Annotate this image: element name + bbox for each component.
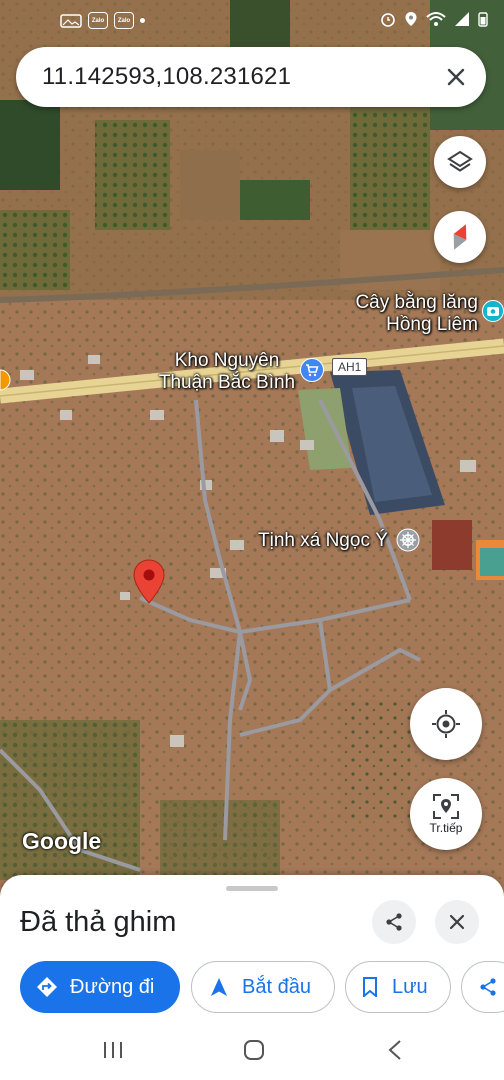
save-button[interactable]: Lưu: [345, 961, 451, 1013]
directions-icon: [37, 977, 57, 997]
recent-apps-button[interactable]: [100, 1038, 126, 1062]
sheet-drag-handle[interactable]: [226, 886, 278, 891]
directions-button[interactable]: Đường đi: [20, 961, 180, 1013]
signal-icon: [455, 12, 469, 26]
wifi-icon: [426, 12, 446, 26]
close-sheet-button[interactable]: [435, 900, 479, 944]
save-button-label: Lưu: [392, 975, 428, 998]
shopping-cart-poi-icon[interactable]: [300, 358, 324, 382]
search-input[interactable]: 11.142593,108.231621: [42, 63, 291, 91]
share-button[interactable]: [372, 900, 416, 944]
compass-icon: [453, 224, 467, 250]
more-notifications-icon: [140, 18, 145, 23]
start-button[interactable]: Bắt đầu: [191, 961, 335, 1013]
camera-poi-icon[interactable]: [482, 300, 504, 322]
back-button[interactable]: [382, 1038, 408, 1062]
close-icon: [449, 914, 465, 930]
zalo-app-icon: Zalo: [88, 12, 108, 29]
directions-button-label: Đường đi: [70, 975, 155, 998]
share-icon: [386, 913, 402, 931]
bookmark-icon: [363, 977, 377, 997]
map-imagery: [0, 0, 504, 900]
clear-search-button[interactable]: [440, 61, 472, 93]
start-button-label: Bắt đầu: [242, 975, 311, 998]
my-location-icon: [432, 710, 460, 738]
navigation-button-label: Tr.tiếp: [429, 821, 463, 835]
map-label-memorial[interactable]: Cây bằng lăng Hồng Liêm: [300, 292, 478, 336]
map-label-temple[interactable]: Tịnh xá Ngọc Ý: [258, 530, 408, 552]
location-status-icon: [405, 12, 417, 26]
pin-scan-icon: [433, 794, 459, 819]
navigation-arrow-icon: [211, 978, 227, 996]
back-icon: [388, 1040, 401, 1060]
search-bar[interactable]: 11.142593,108.231621: [16, 47, 486, 107]
share-icon: [480, 978, 496, 996]
layers-icon: [447, 150, 473, 172]
share-chip-button[interactable]: [461, 961, 504, 1013]
compass-button[interactable]: [434, 211, 486, 263]
status-bar: Zalo Zalo: [0, 0, 504, 40]
temple-poi-icon[interactable]: [396, 528, 420, 552]
google-logo: Google: [22, 828, 102, 854]
alarm-icon: [381, 13, 395, 27]
dropped-pin-icon[interactable]: [131, 558, 167, 604]
image-notification-icon: [60, 13, 82, 28]
home-icon: [244, 1040, 264, 1060]
sheet-title: Đã thả ghim: [20, 906, 177, 938]
status-system-icons: [380, 11, 488, 27]
battery-icon: [478, 12, 488, 27]
recent-apps-icon: [104, 1042, 122, 1058]
system-navigation-bar: [0, 1020, 504, 1080]
satellite-map[interactable]: [0, 0, 504, 900]
close-icon: [447, 68, 465, 86]
navigation-button[interactable]: Tr.tiếp: [410, 778, 482, 850]
home-button[interactable]: [241, 1038, 267, 1062]
map-label-store[interactable]: Kho Nguyên Thuận Bắc Bình: [152, 350, 302, 394]
status-notifications: Zalo Zalo: [60, 12, 145, 29]
layers-button[interactable]: [434, 136, 486, 188]
highway-shield: AH1: [332, 358, 368, 376]
my-location-button[interactable]: [410, 688, 482, 760]
zalo-app-icon: Zalo: [114, 12, 134, 29]
poi-marker-icon[interactable]: [0, 368, 14, 392]
